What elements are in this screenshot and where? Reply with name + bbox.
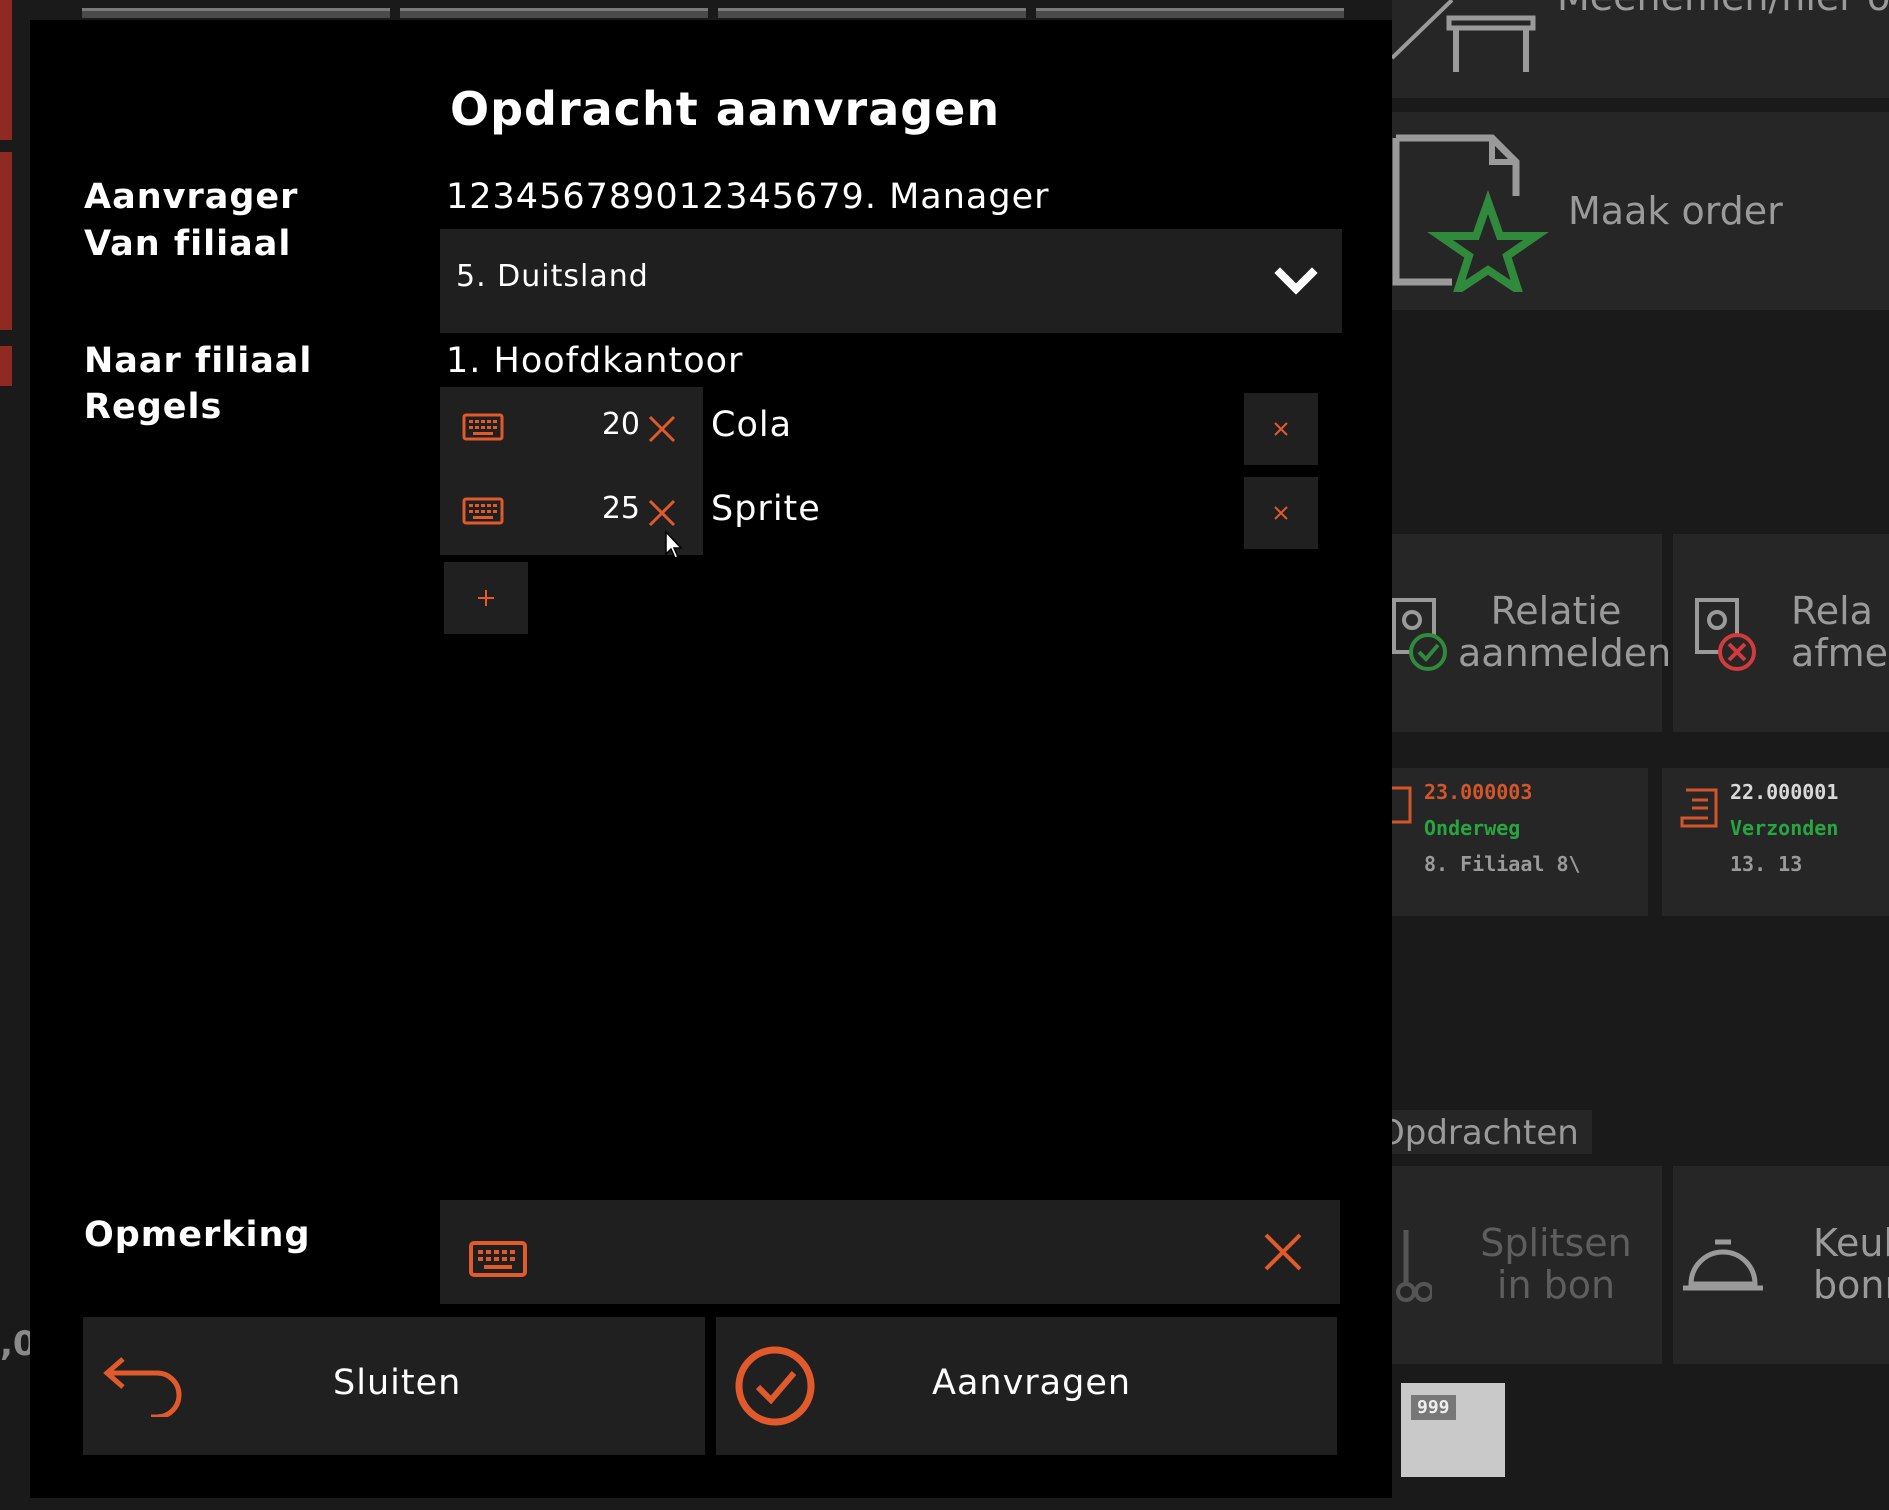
order-branch: 8. Filiaal 8\ xyxy=(1424,852,1581,876)
keyboard-icon[interactable] xyxy=(469,1241,527,1277)
check-circle-icon xyxy=(735,1346,815,1426)
new-order-icon xyxy=(1392,134,1549,292)
remove-line-button[interactable] xyxy=(1244,393,1318,465)
to-branch-value: 1. Hoofdkantoor xyxy=(446,341,744,381)
order-number: 22.000001 xyxy=(1730,780,1839,804)
order-card[interactable]: 23.000003 Onderweg 8. Filiaal 8\ xyxy=(1392,768,1648,916)
plus-icon xyxy=(478,590,494,606)
table-badge-tile[interactable]: 999 xyxy=(1401,1383,1505,1477)
order-branch: 13. 13 xyxy=(1730,852,1803,876)
relation-login-icon xyxy=(1392,598,1447,671)
top-tab[interactable] xyxy=(400,8,708,18)
order-card[interactable]: 22.000001 Verzonden 13. 13 xyxy=(1662,768,1889,916)
keyboard-icon[interactable] xyxy=(462,413,504,443)
keyboard-icon[interactable] xyxy=(462,497,504,527)
requester-value: 123456789012345679. Manager xyxy=(446,177,1050,217)
back-arrow-icon xyxy=(103,1357,182,1417)
relation-login-label: Relatie aanmelden xyxy=(1458,589,1672,675)
split-bill-tile[interactable]: Splitsen in bon xyxy=(1392,1166,1662,1364)
relation-login-tile[interactable]: Relatie aanmelden xyxy=(1392,534,1672,732)
quantity-value: 20 xyxy=(601,407,640,442)
takeaway-tile[interactable]: Meenemen/hier op xyxy=(1392,0,1889,98)
mouse-cursor-icon xyxy=(665,530,683,559)
add-line-button[interactable] xyxy=(444,562,528,634)
remove-line-button[interactable] xyxy=(1244,477,1318,549)
tab-opdrachten[interactable]: Opdrachten xyxy=(1378,1110,1592,1154)
clear-remark-icon[interactable] xyxy=(1263,1232,1303,1272)
relation-logout-icon xyxy=(1695,598,1756,671)
product-name: Cola xyxy=(711,405,793,445)
submit-button-label: Aanvragen xyxy=(932,1363,1132,1403)
order-status: Onderweg xyxy=(1424,816,1521,840)
make-order-label: Maak order xyxy=(1568,189,1783,233)
chevron-down-icon xyxy=(1274,267,1318,295)
order-number: 23.000003 xyxy=(1424,780,1533,804)
lines-label: Regels xyxy=(84,387,223,427)
receipt-icon xyxy=(1392,786,1412,824)
close-button-label: Sluiten xyxy=(333,1363,462,1403)
make-order-tile[interactable]: Maak order xyxy=(1392,112,1889,310)
takeaway-label: Meenemen/hier op xyxy=(1557,0,1889,18)
clear-quantity-icon[interactable] xyxy=(646,497,678,529)
relation-logout-tile[interactable]: Rela afmel xyxy=(1673,534,1889,732)
tab-opdrachten-label: Opdrachten xyxy=(1378,1113,1579,1153)
table-icon xyxy=(1392,0,1536,72)
side-strip xyxy=(0,346,12,386)
from-branch-label: Van filiaal xyxy=(84,224,292,264)
kitchen-tile[interactable]: Keuk bonn xyxy=(1673,1166,1889,1364)
quantity-value: 25 xyxy=(601,491,640,526)
order-line: 25 Sprite xyxy=(440,471,1318,555)
dialog-title: Opdracht aanvragen xyxy=(450,82,1001,136)
split-icon xyxy=(1396,1230,1432,1302)
service-bell-icon xyxy=(1683,1239,1763,1291)
order-line: 20 Cola xyxy=(440,387,1318,471)
quantity-field[interactable]: 20 xyxy=(440,387,703,471)
request-order-dialog: Opdracht aanvragen Aanvrager 12345678901… xyxy=(30,20,1392,1498)
top-tab[interactable] xyxy=(718,8,1026,18)
table-number-badge: 999 xyxy=(1411,1395,1456,1420)
requester-label: Aanvrager xyxy=(84,177,299,217)
submit-request-button[interactable]: Aanvragen xyxy=(716,1317,1337,1455)
top-tab[interactable] xyxy=(1036,8,1344,18)
from-branch-select[interactable]: 5. Duitsland xyxy=(440,229,1342,333)
to-branch-label: Naar filiaal xyxy=(84,341,313,381)
top-tab[interactable] xyxy=(82,8,390,18)
receipt-icon xyxy=(1680,788,1718,828)
product-name: Sprite xyxy=(711,489,821,529)
remark-field[interactable] xyxy=(440,1200,1340,1304)
side-strip xyxy=(0,0,12,140)
relation-logout-label: Rela afmel xyxy=(1791,590,1889,675)
order-status: Verzonden xyxy=(1730,816,1839,840)
close-icon xyxy=(1274,422,1288,436)
side-strip xyxy=(0,152,12,330)
clear-quantity-icon[interactable] xyxy=(646,413,678,445)
from-branch-value: 5. Duitsland xyxy=(456,259,649,294)
close-icon xyxy=(1274,506,1288,520)
kitchen-label: Keuk bonn xyxy=(1813,1222,1889,1307)
split-bill-label: Splitsen in bon xyxy=(1480,1221,1632,1307)
remark-label: Opmerking xyxy=(84,1215,311,1255)
close-button[interactable]: Sluiten xyxy=(83,1317,705,1455)
